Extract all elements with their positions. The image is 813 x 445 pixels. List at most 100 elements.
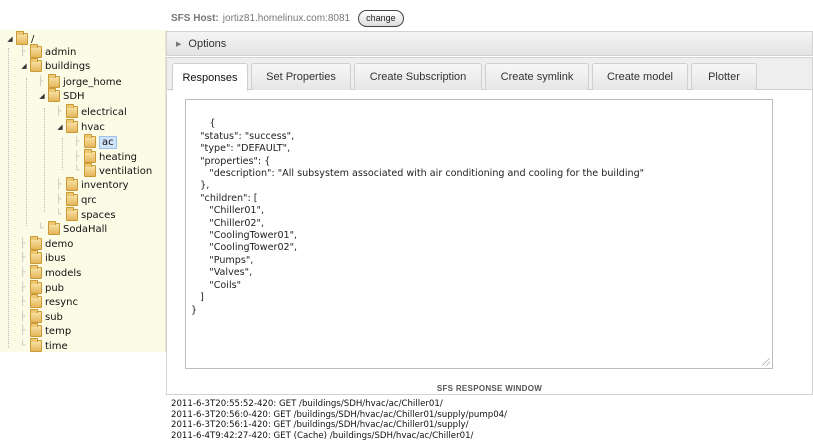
tree-node-resync[interactable]: ├ resync xyxy=(20,294,78,309)
response-textarea[interactable]: { "status": "success", "type": "DEFAULT"… xyxy=(185,99,773,369)
tree-node-label: ac xyxy=(99,135,117,149)
main-panel: ▶ Options Responses Set Properties Creat… xyxy=(166,31,813,395)
tree-node-sodahall[interactable]: └ SodaHall xyxy=(38,221,108,236)
tree-node-models[interactable]: ├ models xyxy=(20,265,82,280)
tree-node-label: sub xyxy=(45,311,63,323)
tab-set-properties[interactable]: Set Properties xyxy=(251,63,351,90)
resize-handle-icon[interactable] xyxy=(762,358,770,366)
tree-connector-icon: └ xyxy=(56,210,62,220)
tree-node-label: temp xyxy=(45,325,72,337)
tree-node-temp[interactable]: ├ temp xyxy=(20,323,72,338)
collapse-arrow-icon[interactable]: ◢ xyxy=(6,35,14,43)
folder-tree: ◢ / ├ admin ◢ buildings ├ jorge_home ◢ S… xyxy=(0,30,166,352)
tree-node-ventilation[interactable]: └ ventilation xyxy=(74,163,153,178)
response-json: { "status": "success", "type": "DEFAULT"… xyxy=(191,118,645,316)
tree-node-admin[interactable]: ├ admin xyxy=(20,44,77,59)
tree-node-sdh[interactable]: ◢ SDH xyxy=(38,88,85,103)
tree-node-sub[interactable]: ├ sub xyxy=(20,309,63,324)
tree-node-label: jorge_home xyxy=(63,76,122,88)
tree-node-label: time xyxy=(45,340,68,352)
tab-label: Set Properties xyxy=(266,71,336,83)
tree-node-ac[interactable]: ├ ac xyxy=(74,134,117,149)
tree-node-time[interactable]: └ time xyxy=(20,338,68,353)
folder-icon xyxy=(66,192,78,206)
folder-icon xyxy=(48,74,60,88)
folder-icon xyxy=(30,250,42,264)
tree-connector-icon: ├ xyxy=(74,137,80,147)
tree-node-label: electrical xyxy=(81,106,127,118)
tree-node-heating[interactable]: ├ heating xyxy=(74,149,138,164)
tab-bar: Responses Set Properties Create Subscrip… xyxy=(167,58,812,91)
tab-create-model[interactable]: Create model xyxy=(592,63,688,90)
tree-node-label: demo xyxy=(45,238,74,250)
folder-icon xyxy=(84,149,96,163)
tree-connector-icon: ├ xyxy=(20,253,26,263)
tree-connector-icon: ├ xyxy=(56,195,62,205)
tree-guide-line xyxy=(8,48,9,348)
tab-label: Create Subscription xyxy=(369,71,467,83)
tree-connector-icon: ├ xyxy=(20,297,26,307)
folder-icon xyxy=(48,88,60,102)
tree-node-pub[interactable]: ├ pub xyxy=(20,280,65,295)
response-window-caption: SFS RESPONSE WINDOW xyxy=(436,384,543,393)
tab-create-symlink[interactable]: Create symlink xyxy=(485,63,589,90)
options-toggle[interactable]: ▶ Options xyxy=(166,31,813,56)
folder-icon xyxy=(84,163,96,177)
sfs-host-header: SFS Host: jortiz81.homelinux.com:8081 ch… xyxy=(171,8,404,28)
log-line: 2011-6-3T20:56:0-420: GET /buildings/SDH… xyxy=(171,409,508,420)
folder-icon xyxy=(16,31,28,45)
tree-node-electrical[interactable]: ├ electrical xyxy=(56,104,127,119)
tree-connector-icon: └ xyxy=(20,341,26,351)
tab-label: Plotter xyxy=(708,71,740,83)
tab-label: Responses xyxy=(182,71,238,84)
log-line: 2011-6-3T20:55:52-420: GET /buildings/SD… xyxy=(171,399,443,409)
tree-node-label: SodaHall xyxy=(63,223,108,235)
tree-node-label: / xyxy=(31,33,35,45)
tree-node-ibus[interactable]: ├ ibus xyxy=(20,250,66,265)
change-host-button[interactable]: change xyxy=(358,9,404,27)
tree-connector-icon: ├ xyxy=(56,107,62,117)
tree-guide-line xyxy=(44,108,45,212)
tree-node-label: qrc xyxy=(81,194,97,206)
tree-node-inventory[interactable]: ├ inventory xyxy=(56,177,129,192)
tree-connector-icon: ├ xyxy=(74,152,80,162)
expand-arrow-icon: ▶ xyxy=(176,40,182,48)
log-line: 2011-6-3T20:56:1-420: GET /buildings/SDH… xyxy=(171,420,469,431)
folder-icon xyxy=(30,309,42,323)
tree-node-buildings[interactable]: ◢ buildings xyxy=(20,58,90,73)
tree-node-label: spaces xyxy=(81,209,116,221)
tree-node-spaces[interactable]: └ spaces xyxy=(56,207,116,222)
tree-connector-icon: ├ xyxy=(38,77,44,87)
collapse-arrow-icon[interactable]: ◢ xyxy=(38,92,46,100)
folder-icon xyxy=(30,44,42,58)
tree-connector-icon: └ xyxy=(38,224,44,234)
tab-label: Create model xyxy=(606,71,674,83)
tree-node-label: heating xyxy=(99,151,138,163)
tab-plotter[interactable]: Plotter xyxy=(691,63,757,90)
folder-icon xyxy=(30,265,42,279)
collapse-arrow-icon[interactable]: ◢ xyxy=(56,123,64,131)
folder-icon xyxy=(30,294,42,308)
folder-icon xyxy=(66,119,78,133)
collapse-arrow-icon[interactable]: ◢ xyxy=(20,62,28,70)
tab-responses[interactable]: Responses xyxy=(172,63,248,91)
tree-node-label: pub xyxy=(45,282,65,294)
tree-node-qrc[interactable]: ├ qrc xyxy=(56,192,97,207)
folder-icon xyxy=(30,280,42,294)
tree-connector-icon: ├ xyxy=(20,47,26,57)
tree-connector-icon: ├ xyxy=(56,180,62,190)
tree-node-label: ibus xyxy=(45,252,66,264)
tree-connector-icon: ├ xyxy=(20,312,26,322)
tree-node-demo[interactable]: ├ demo xyxy=(20,236,74,251)
folder-icon xyxy=(30,236,42,250)
request-log: 2011-6-3T20:55:52-420: GET /buildings/SD… xyxy=(171,399,813,445)
tree-node-label: models xyxy=(45,267,82,279)
options-label: Options xyxy=(188,37,227,50)
tab-create-subscription[interactable]: Create Subscription xyxy=(354,63,482,90)
tree-node-label: ventilation xyxy=(99,165,153,177)
tree-node-label: admin xyxy=(45,46,77,58)
tree-node-hvac[interactable]: ◢ hvac xyxy=(56,119,105,134)
tree-connector-icon: ├ xyxy=(20,239,26,249)
tree-node-jorge-home[interactable]: ├ jorge_home xyxy=(38,74,122,89)
tabs-panel: Responses Set Properties Create Subscrip… xyxy=(166,57,813,395)
